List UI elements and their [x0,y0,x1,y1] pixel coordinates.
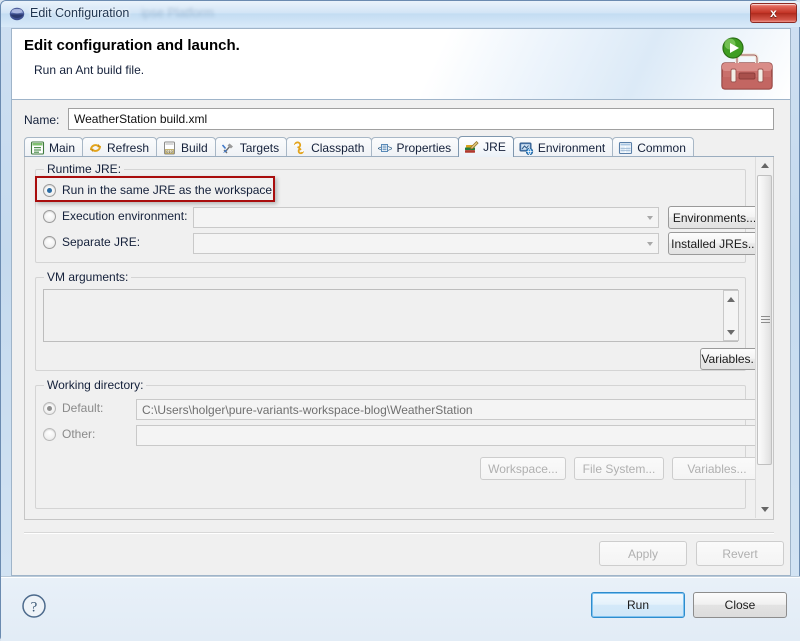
footer-separator [1,577,800,578]
tab-label: Common [637,140,686,155]
tab-label: Environment [537,140,606,155]
tab-bar[interactable]: Main Refresh 010 Build Targets Classpath… [24,136,774,157]
tab-label: Build [181,140,208,155]
radio-label: Default: [62,401,104,415]
eclipse-icon [9,6,25,22]
build-tab-icon: 010 [162,141,177,155]
radio-working-dir-other[interactable]: Other: [43,427,95,441]
banner-subtitle: Run an Ant build file. [34,63,145,77]
radio-indicator[interactable] [43,427,56,441]
radio-execution-environment[interactable]: Execution environment: [43,209,187,223]
radio-label: Execution environment: [62,209,188,223]
common-tab-icon [618,141,633,155]
classpath-tab-icon [292,140,307,155]
working-directory-group-label: Working directory: [44,378,147,392]
action-separator [24,532,774,533]
working-directory-other-field[interactable] [136,425,762,446]
tab-label: JRE [483,140,506,154]
apply-button[interactable]: Apply [599,541,687,566]
radio-run-in-same-jre[interactable]: Run in the same JRE as the workspace [43,183,272,197]
radio-separate-jre[interactable]: Separate JRE: [43,235,140,249]
properties-tab-icon: < > [377,141,393,155]
refresh-tab-icon [88,141,103,155]
radio-indicator[interactable] [43,401,56,415]
radio-label: Other: [62,427,96,441]
vm-variables-button[interactable]: Variables... [700,348,762,370]
main-tab-icon [30,140,45,155]
svg-text:?: ? [31,600,38,616]
tab-label: Main [49,140,76,155]
scroll-up-icon[interactable] [724,292,738,306]
ant-toolbox-icon [710,33,778,97]
installed-jres-button[interactable]: Installed JREs... [668,232,761,255]
tab-refresh[interactable]: Refresh [82,137,158,157]
chevron-down-icon[interactable] [641,234,658,253]
svg-text:010: 010 [166,149,173,154]
title-bar[interactable]: Edit Configuration ipse Platform x [1,1,800,27]
tab-environment[interactable]: Environment [512,137,614,157]
working-directory-default-field[interactable]: C:\Users\holger\pure-variants-workspace-… [136,399,762,420]
runtime-jre-group-label: Runtime JRE: [44,162,125,176]
help-question-icon[interactable]: ? [21,593,47,619]
working-dir-variables-button[interactable]: Variables... [672,457,762,480]
radio-label: Run in the same JRE as the workspace [62,183,273,197]
revert-button[interactable]: Revert [696,541,784,566]
tab-classpath[interactable]: Classpath [286,137,373,157]
environment-tab-icon [519,141,534,155]
scroll-down-icon[interactable] [724,325,738,339]
radio-indicator[interactable] [43,235,56,249]
workspace-button[interactable]: Workspace... [480,457,566,480]
chevron-down-icon[interactable] [641,208,658,227]
window-title: Edit Configuration [30,6,130,20]
close-dialog-button[interactable]: Close [693,592,787,618]
dialog-banner: Edit configuration and launch. Run an An… [11,28,791,100]
scrollbar-grip-icon [761,316,770,324]
tab-label: Properties [396,140,452,155]
targets-tab-icon [221,141,236,155]
window-title-ghost: ipse Platform [141,6,214,20]
close-button[interactable]: x [750,3,797,23]
panel-scrollbar[interactable] [755,157,773,518]
tab-build[interactable]: 010 Build [156,137,216,157]
tab-label: Targets [239,140,280,155]
scroll-down-icon[interactable] [756,501,773,518]
dialog-body: Name: Main [11,100,791,576]
jre-settings-panel: Runtime JRE: Run in the same JRE as the … [24,157,774,520]
execution-environment-combo[interactable] [193,207,659,228]
jre-tab-icon [464,140,479,154]
banner-title: Edit configuration and launch. [24,37,240,54]
radio-indicator[interactable] [43,209,56,223]
tab-common[interactable]: Common [612,137,694,157]
panel-content: Runtime JRE: Run in the same JRE as the … [25,157,762,518]
name-input[interactable] [68,108,774,130]
vm-arguments-textarea[interactable] [43,289,738,342]
tab-label: Refresh [107,140,150,155]
vm-arguments-group-label: VM arguments: [44,270,132,284]
tab-label: Classpath [311,140,365,155]
environments-button[interactable]: Environments... [668,206,761,229]
radio-indicator[interactable] [43,183,56,197]
scroll-up-icon[interactable] [756,157,773,174]
run-button[interactable]: Run [591,592,685,618]
svg-text:>: > [388,144,393,154]
edit-configuration-dialog: Edit Configuration ipse Platform x Edit … [0,0,800,641]
tab-main[interactable]: Main [24,137,84,157]
name-label: Name: [24,113,60,127]
radio-working-dir-default[interactable]: Default: [43,401,103,415]
tab-jre[interactable]: JRE [458,136,514,157]
separate-jre-combo[interactable] [193,233,659,254]
tab-properties[interactable]: < > Properties [371,137,460,157]
dialog-footer: ? Run Close [1,576,800,641]
vm-arguments-scrollbar[interactable] [723,290,739,341]
radio-label: Separate JRE: [62,235,141,249]
file-system-button[interactable]: File System... [574,457,664,480]
scrollbar-thumb[interactable] [757,175,772,465]
tab-targets[interactable]: Targets [214,137,288,157]
